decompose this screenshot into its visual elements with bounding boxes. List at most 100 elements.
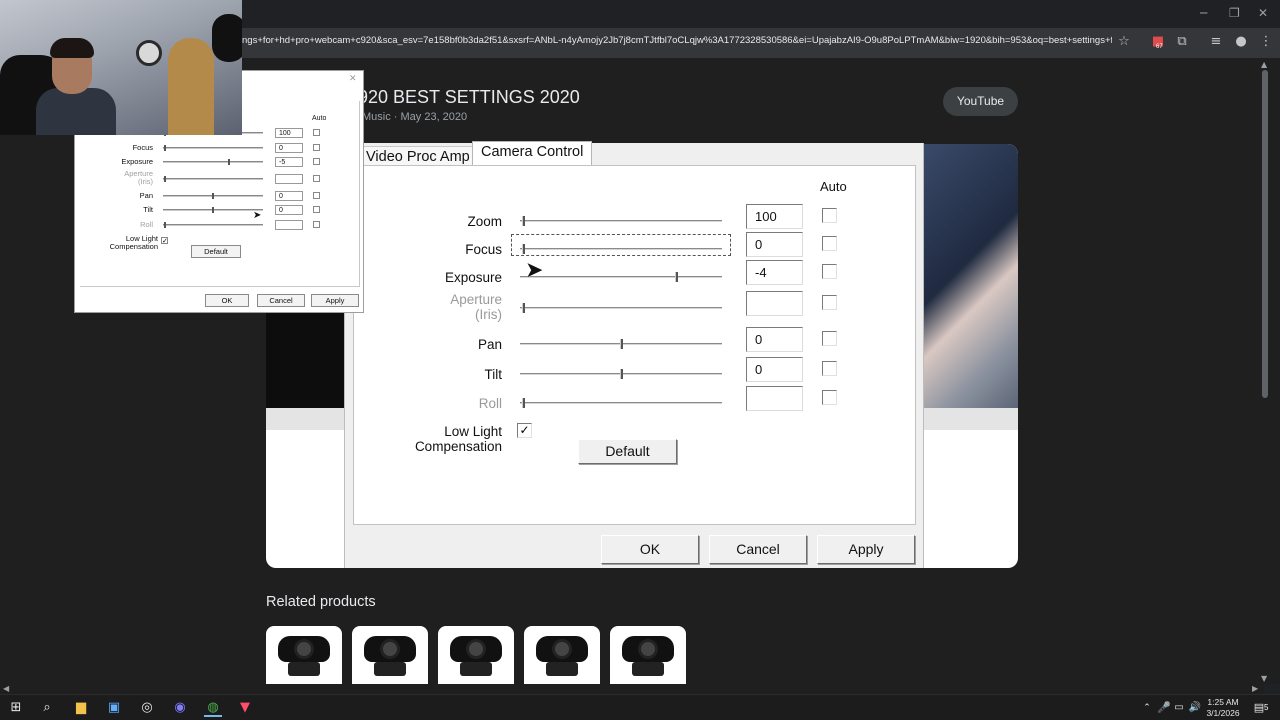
small-slider-thumb[interactable] xyxy=(212,193,214,199)
slider-track[interactable] xyxy=(520,307,722,310)
small-slider-label: Aperture (Iris) xyxy=(124,169,153,186)
small-low-light-checkbox[interactable]: ✓ xyxy=(161,237,168,245)
camera-control-dialog: Video Proc Amp Camera Control Auto Zoom 1… xyxy=(344,141,924,568)
small-slider-thumb[interactable] xyxy=(164,145,166,151)
slider-thumb[interactable] xyxy=(522,303,525,313)
extensions-puzzle-icon[interactable]: ⧉ xyxy=(1174,34,1190,50)
small-auto-checkbox[interactable] xyxy=(313,158,320,165)
small-auto-checkbox[interactable] xyxy=(313,192,320,199)
small-value-field[interactable] xyxy=(275,174,303,184)
auto-checkbox[interactable] xyxy=(822,331,837,346)
youtube-source-button[interactable]: YouTube xyxy=(943,87,1018,116)
product-thumbnail[interactable] xyxy=(266,626,342,684)
small-auto-header: Auto xyxy=(312,115,327,122)
auto-checkbox[interactable] xyxy=(822,208,837,223)
small-value-field[interactable]: 0 xyxy=(275,143,303,153)
small-cancel-button[interactable]: Cancel xyxy=(257,294,305,307)
small-auto-checkbox[interactable] xyxy=(313,175,320,182)
scroll-right-icon[interactable]: ▶ xyxy=(1252,684,1258,693)
ok-button[interactable]: OK xyxy=(601,535,699,564)
product-thumbnail[interactable] xyxy=(352,626,428,684)
small-auto-checkbox[interactable] xyxy=(313,129,320,136)
slider-thumb[interactable] xyxy=(674,272,678,282)
bookmark-star-icon[interactable]: ☆ xyxy=(1116,34,1132,50)
small-close-icon[interactable]: ✕ xyxy=(349,74,357,84)
small-value-field[interactable]: 100 xyxy=(275,128,303,138)
small-default-button[interactable]: Default xyxy=(191,245,241,258)
auto-checkbox[interactable] xyxy=(822,264,837,279)
file-explorer-icon[interactable]: ▆ xyxy=(72,699,90,717)
product-thumbnail[interactable] xyxy=(610,626,686,684)
scroll-left-icon[interactable]: ◀ xyxy=(3,684,9,693)
minimize-icon[interactable]: ─ xyxy=(1200,6,1207,20)
small-value-field[interactable]: 0 xyxy=(275,191,303,201)
small-slider-thumb[interactable] xyxy=(164,222,166,228)
slider-value-field[interactable]: -4 xyxy=(746,260,803,285)
slider-thumb[interactable] xyxy=(620,339,623,349)
small-auto-checkbox[interactable] xyxy=(313,221,320,228)
scroll-down-icon[interactable]: ▼ xyxy=(1261,674,1267,683)
slider-track[interactable] xyxy=(520,220,722,223)
auto-checkbox[interactable] xyxy=(822,295,837,310)
slider-track[interactable] xyxy=(520,402,722,405)
tab-camera-control[interactable]: Camera Control xyxy=(472,141,593,165)
small-value-field[interactable]: 0 xyxy=(275,205,303,215)
discord-icon[interactable]: ◉ xyxy=(171,699,189,717)
close-window-icon[interactable]: ✕ xyxy=(1258,6,1268,20)
cancel-button[interactable]: Cancel xyxy=(709,535,807,564)
default-button[interactable]: Default xyxy=(578,439,677,464)
small-slider-track[interactable] xyxy=(163,161,263,163)
small-slider-thumb[interactable] xyxy=(228,159,231,165)
small-slider-track[interactable] xyxy=(163,147,263,149)
small-slider-track[interactable] xyxy=(163,224,263,226)
menu-kebab-icon[interactable]: ⋮ xyxy=(1258,34,1274,50)
slider-value-field[interactable] xyxy=(746,291,803,316)
scrollbar-thumb[interactable] xyxy=(1262,70,1268,398)
small-value-field[interactable] xyxy=(275,220,303,230)
scroll-up-icon[interactable]: ▲ xyxy=(1261,60,1267,69)
windows-start-icon[interactable]: ⊞ xyxy=(7,699,25,717)
slider-thumb[interactable] xyxy=(522,216,525,226)
horizontal-scrollbar[interactable] xyxy=(0,684,1264,694)
slider-track[interactable] xyxy=(520,276,722,279)
slider-value-field[interactable] xyxy=(746,386,803,411)
profile-avatar-icon[interactable]: ● xyxy=(1233,34,1249,50)
slider-thumb[interactable] xyxy=(620,369,623,379)
auto-checkbox[interactable] xyxy=(822,390,837,405)
low-light-label: Low Light Compensation xyxy=(382,424,502,454)
small-auto-checkbox[interactable] xyxy=(313,206,320,213)
slider-thumb[interactable] xyxy=(522,398,525,408)
video-title[interactable]: 920 BEST SETTINGS 2020 xyxy=(358,87,580,108)
slider-value-field[interactable]: 0 xyxy=(746,232,803,257)
app-v-icon[interactable]: ▼ xyxy=(236,699,254,717)
system-clock[interactable]: 1:25 AM 3/1/2026 xyxy=(1202,697,1244,719)
tab-video-proc-amp[interactable]: Video Proc Amp xyxy=(357,146,479,167)
slider-value-field[interactable]: 0 xyxy=(746,327,803,352)
stand-icon xyxy=(546,662,578,676)
auto-checkbox[interactable] xyxy=(822,361,837,376)
low-light-checkbox[interactable]: ✓ xyxy=(517,423,532,438)
low-light-label-line-1: Low Light xyxy=(444,424,502,439)
chrome-icon[interactable]: ◍ xyxy=(204,699,222,717)
search-icon[interactable]: ⌕ xyxy=(38,699,56,717)
small-value-field[interactable]: -5 xyxy=(275,157,303,167)
product-thumbnail[interactable] xyxy=(524,626,600,684)
restore-icon[interactable]: ❐ xyxy=(1229,6,1240,20)
slider-label: Pan xyxy=(477,337,502,352)
small-slider-thumb[interactable] xyxy=(212,207,214,213)
apply-button[interactable]: Apply xyxy=(817,535,915,564)
tray-chevron-icon[interactable]: ⌃ xyxy=(1138,699,1156,717)
small-auto-checkbox[interactable] xyxy=(313,144,320,151)
media-control-icon[interactable]: ≡ xyxy=(1208,34,1224,50)
auto-checkbox[interactable] xyxy=(822,236,837,251)
url-field[interactable]: ngs+for+hd+pro+webcam+c920&sca_esv=7e158… xyxy=(242,35,1112,52)
small-ok-button[interactable]: OK xyxy=(205,294,249,307)
app-circle-icon[interactable]: ◎ xyxy=(138,699,156,717)
product-thumbnail[interactable] xyxy=(438,626,514,684)
small-slider-thumb[interactable] xyxy=(164,176,166,182)
store-icon[interactable]: ▣ xyxy=(105,699,123,717)
slider-value-field[interactable]: 100 xyxy=(746,204,803,229)
small-apply-button[interactable]: Apply xyxy=(311,294,359,307)
slider-value-field[interactable]: 0 xyxy=(746,357,803,382)
small-slider-track[interactable] xyxy=(163,178,263,180)
